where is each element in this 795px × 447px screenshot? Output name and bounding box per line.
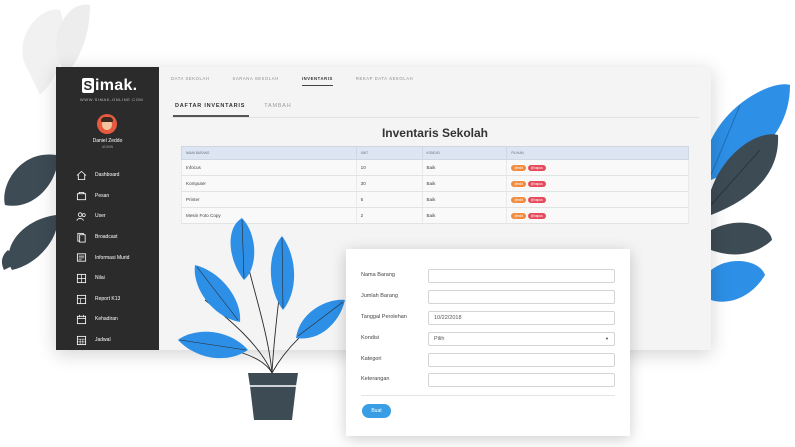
kategori-input[interactable] [428,353,615,367]
form-row-keterangan: Keterangan [361,373,619,387]
kondisi-selected-value: Pilih [434,336,445,342]
keterangan-label: Keterangan [361,376,390,382]
promo-stage: Simak. WWW.SIMAK-ONLINE.COM Daniel Zeddo… [0,0,795,447]
keterangan-input[interactable] [428,373,615,387]
form-row-nama-barang: Nama Barang [361,269,619,283]
kategori-label: Kategori [361,356,382,362]
nama-barang-input[interactable] [428,269,615,283]
buat-button[interactable]: Buat [362,404,391,418]
add-inventory-form: Nama Barang Jumlah Barang Tanggal Perole… [346,249,630,436]
form-row-kondisi: Kondisi Pilih ▼ [361,332,619,346]
tanggal-label: Tanggal Perolehan [361,314,407,320]
jumlah-barang-label: Jumlah Barang [361,293,398,299]
chevron-down-icon: ▼ [605,336,609,341]
form-row-tanggal: Tanggal Perolehan 10/22/2018 [361,311,619,325]
nama-barang-label: Nama Barang [361,272,395,278]
form-row-kategori: Kategori [361,353,619,367]
form-row-jumlah-barang: Jumlah Barang [361,290,619,304]
jumlah-barang-input[interactable] [428,290,615,304]
kondisi-select[interactable]: Pilih ▼ [428,332,615,346]
tanggal-input[interactable]: 10/22/2018 [428,311,615,325]
kondisi-label: Kondisi [361,335,380,341]
divider [361,395,615,396]
